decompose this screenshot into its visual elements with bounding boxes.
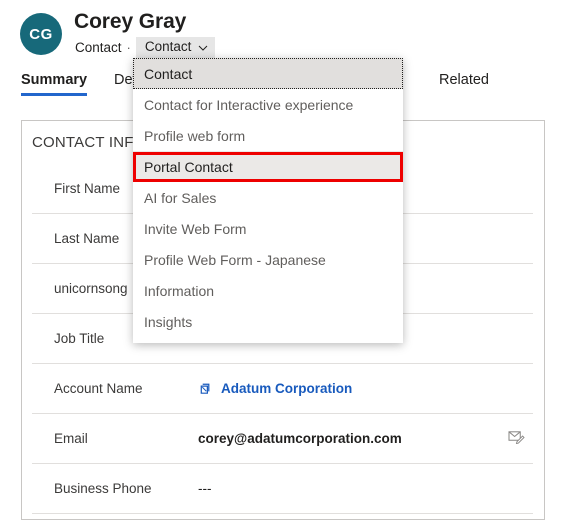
menu-item-insights[interactable]: Insights [133, 306, 403, 337]
field-value[interactable]: Adatum Corporation [198, 381, 499, 396]
field-row: Business Phone --- [32, 464, 533, 514]
field-value-text: Adatum Corporation [221, 381, 353, 396]
field-value-text: corey@adatumcorporation.com [198, 431, 402, 446]
field-label: Business Phone [54, 481, 152, 496]
field-value[interactable]: corey@adatumcorporation.com [198, 431, 499, 446]
field-label: Email [54, 431, 88, 446]
tab-related[interactable]: Related [439, 72, 489, 96]
breadcrumb-entity: Contact [75, 40, 122, 56]
field-row: Account Name Adatum Corporation [32, 364, 533, 414]
row-action-button[interactable] [499, 429, 533, 449]
menu-item-portal-contact[interactable]: Portal Contact [133, 151, 403, 182]
page-title: Corey Gray [74, 10, 187, 33]
menu-item-information[interactable]: Information [133, 275, 403, 306]
chevron-down-icon [198, 43, 208, 52]
field-value[interactable]: --- [198, 481, 499, 496]
field-value-text: --- [198, 481, 212, 496]
menu-item-profile-web-form-japanese[interactable]: Profile Web Form - Japanese [133, 244, 403, 275]
menu-item-contact[interactable]: Contact [133, 58, 403, 89]
breadcrumb: Contact · Contact [75, 37, 216, 59]
menu-item-profile-web-form[interactable]: Profile web form [133, 120, 403, 151]
menu-item-invite-web-form[interactable]: Invite Web Form [133, 213, 403, 244]
avatar-initials: CG [29, 25, 53, 43]
tab-summary[interactable]: Summary [21, 72, 88, 96]
menu-item-contact-for-interactive-experience[interactable]: Contact for Interactive experience [133, 89, 403, 120]
breadcrumb-separator: · [126, 40, 131, 56]
form-selector-button[interactable]: Contact [135, 37, 216, 59]
avatar: CG [20, 13, 62, 55]
menu-item-ai-for-sales[interactable]: AI for Sales [133, 182, 403, 213]
account-entity-icon [198, 381, 213, 396]
field-row: Email corey@adatumcorporation.com [32, 414, 533, 464]
compose-email-icon [507, 429, 525, 449]
field-label: Account Name [54, 381, 143, 396]
form-selector-menu[interactable]: Contact Contact for Interactive experienc… [133, 58, 403, 343]
form-selector-label: Contact [144, 39, 192, 54]
